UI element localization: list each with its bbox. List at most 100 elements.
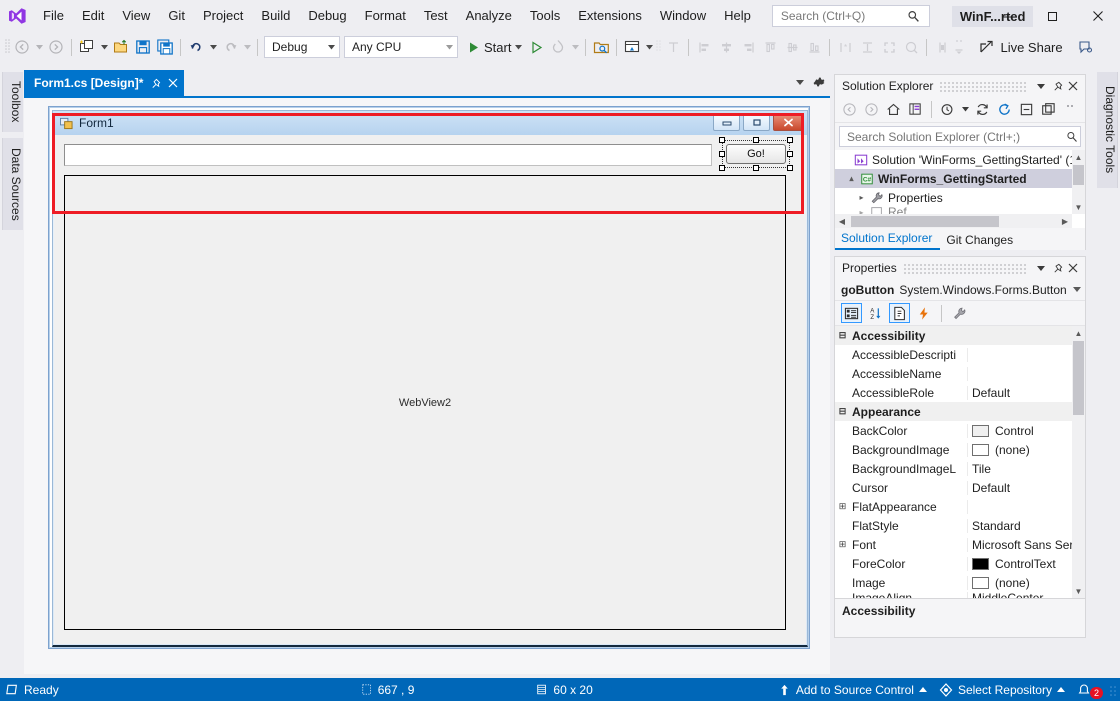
- scroll-thumb[interactable]: [1073, 341, 1084, 415]
- property-row-accessible-role[interactable]: AccessibleRole Default: [835, 383, 1085, 402]
- global-search-box[interactable]: [772, 5, 930, 27]
- close-icon[interactable]: [1065, 77, 1081, 95]
- menu-item-build[interactable]: Build: [252, 4, 299, 28]
- form-window[interactable]: Form1: [52, 110, 808, 647]
- status-select-repository[interactable]: Select Repository: [933, 678, 1071, 701]
- resize-handle-sw[interactable]: [719, 165, 725, 171]
- tab-git-changes[interactable]: Git Changes: [940, 230, 1021, 250]
- property-row-forecolor[interactable]: ForeColor ControlText: [835, 554, 1085, 573]
- solution-search-input[interactable]: [845, 129, 1066, 145]
- property-row-accessible-name[interactable]: AccessibleName: [835, 364, 1085, 383]
- chevron-down-icon[interactable]: [1073, 287, 1081, 292]
- overflow-icon[interactable]: [1060, 99, 1081, 120]
- scroll-thumb[interactable]: [1073, 165, 1084, 185]
- category-expander[interactable]: ⊟: [835, 330, 850, 341]
- gear-icon[interactable]: [808, 71, 830, 93]
- sidebar-tab-data-sources[interactable]: Data Sources: [2, 138, 23, 230]
- chevron-down-icon[interactable]: [1033, 259, 1049, 277]
- home-icon[interactable]: [883, 99, 904, 120]
- menu-item-edit[interactable]: Edit: [73, 4, 113, 28]
- pin-icon[interactable]: [150, 78, 161, 89]
- resize-handle-e[interactable]: [787, 151, 793, 157]
- menu-item-debug[interactable]: Debug: [299, 4, 355, 28]
- send-feedback-icon[interactable]: [1075, 36, 1097, 58]
- show-all-files-icon[interactable]: [1038, 99, 1059, 120]
- menu-item-test[interactable]: Test: [415, 4, 457, 28]
- properties-object-selector[interactable]: goButton System.Windows.Forms.Button: [835, 279, 1085, 301]
- menu-item-extensions[interactable]: Extensions: [569, 4, 651, 28]
- scroll-right-arrow[interactable]: ▶: [1058, 214, 1072, 228]
- properties-page-icon[interactable]: [889, 303, 910, 323]
- categorized-icon[interactable]: [841, 303, 862, 323]
- property-row-flatstyle[interactable]: FlatStyle Standard: [835, 516, 1085, 535]
- form-client-area[interactable]: Go! WebView2: [54, 135, 806, 644]
- menu-item-git[interactable]: Git: [159, 4, 194, 28]
- property-row-flatappearance[interactable]: ⊞ FlatAppearance: [835, 497, 1085, 516]
- navigate-back-icon[interactable]: [11, 36, 33, 58]
- property-row-imagealign[interactable]: ImageAlign MiddleCenter: [835, 592, 1085, 598]
- resize-grip[interactable]: [1109, 683, 1117, 697]
- property-value[interactable]: Microsoft Sans Serif,: [968, 538, 1085, 552]
- forward-icon[interactable]: [861, 99, 882, 120]
- property-row-cursor[interactable]: Cursor Default: [835, 478, 1085, 497]
- form-designer-surface[interactable]: Form1: [24, 96, 830, 674]
- redo-icon[interactable]: [219, 36, 241, 58]
- tab-solution-explorer[interactable]: Solution Explorer: [835, 228, 940, 250]
- chevron-down-icon[interactable]: [794, 71, 806, 93]
- search-input[interactable]: [779, 8, 907, 24]
- play-outline-icon[interactable]: [525, 36, 547, 58]
- toolbar-grip[interactable]: [4, 38, 11, 56]
- switch-views-icon[interactable]: [905, 99, 926, 120]
- resize-handle-se[interactable]: [787, 165, 793, 171]
- property-category-accessibility[interactable]: ⊟ Accessibility: [835, 326, 1085, 345]
- resize-handle-s[interactable]: [753, 165, 759, 171]
- solution-explorer-icon[interactable]: [590, 36, 612, 58]
- pin-icon[interactable]: [1049, 77, 1065, 95]
- tree-item-solution[interactable]: Solution 'WinForms_GettingStarted' (1: [835, 150, 1085, 169]
- hot-reload-dropdown[interactable]: [569, 36, 581, 58]
- collapse-all-icon[interactable]: [1016, 99, 1037, 120]
- hot-reload-icon[interactable]: [547, 36, 569, 58]
- new-project-icon[interactable]: [76, 36, 98, 58]
- scroll-up-arrow[interactable]: ▲: [1072, 326, 1085, 340]
- solution-explorer-search[interactable]: [839, 126, 1081, 147]
- row-expander[interactable]: ⊞: [835, 539, 850, 550]
- resize-handle-n[interactable]: [753, 137, 759, 143]
- pending-changes-dropdown[interactable]: [959, 99, 971, 121]
- panel-drag-dots[interactable]: [903, 262, 1027, 274]
- property-value[interactable]: Default: [968, 386, 1085, 400]
- resize-handle-nw[interactable]: [719, 137, 725, 143]
- window-minimize-button[interactable]: [985, 0, 1030, 32]
- menu-item-tools[interactable]: Tools: [521, 4, 569, 28]
- properties-vertical-scrollbar[interactable]: ▲ ▼: [1072, 326, 1085, 598]
- form-minimize-button[interactable]: [713, 114, 740, 131]
- build-configuration-combo[interactable]: Debug: [264, 36, 340, 58]
- open-file-icon[interactable]: [110, 36, 132, 58]
- redo-dropdown[interactable]: [241, 36, 253, 58]
- resize-handle-w[interactable]: [719, 151, 725, 157]
- scroll-down-arrow[interactable]: ▼: [1072, 200, 1085, 214]
- property-row-image[interactable]: Image (none): [835, 573, 1085, 592]
- scroll-down-arrow[interactable]: ▼: [1072, 584, 1085, 598]
- property-value[interactable]: Tile: [968, 462, 1085, 476]
- navigate-forward-icon[interactable]: [45, 36, 67, 58]
- menu-item-file[interactable]: File: [34, 4, 73, 28]
- undo-dropdown[interactable]: [207, 36, 219, 58]
- property-value[interactable]: Default: [968, 481, 1085, 495]
- panel-drag-dots[interactable]: [939, 80, 1027, 92]
- property-value[interactable]: Standard: [968, 519, 1085, 533]
- property-category-appearance[interactable]: ⊟ Appearance: [835, 402, 1085, 421]
- tree-item-properties[interactable]: ▸ Properties: [835, 188, 1085, 207]
- window-close-button[interactable]: [1075, 0, 1120, 32]
- webview2-control[interactable]: WebView2: [64, 175, 786, 630]
- scroll-up-arrow[interactable]: ▲: [1072, 150, 1085, 164]
- property-row-font[interactable]: ⊞ Font Microsoft Sans Serif,: [835, 535, 1085, 554]
- property-row-accessible-description[interactable]: AccessibleDescripti: [835, 345, 1085, 364]
- save-all-icon[interactable]: [154, 36, 176, 58]
- sort-alphabetical-icon[interactable]: AZ: [865, 303, 886, 323]
- menu-item-window[interactable]: Window: [651, 4, 715, 28]
- designer-window-icon[interactable]: [621, 36, 643, 58]
- close-icon[interactable]: [1065, 259, 1081, 277]
- scroll-thumb-h[interactable]: [851, 216, 999, 227]
- save-icon[interactable]: [132, 36, 154, 58]
